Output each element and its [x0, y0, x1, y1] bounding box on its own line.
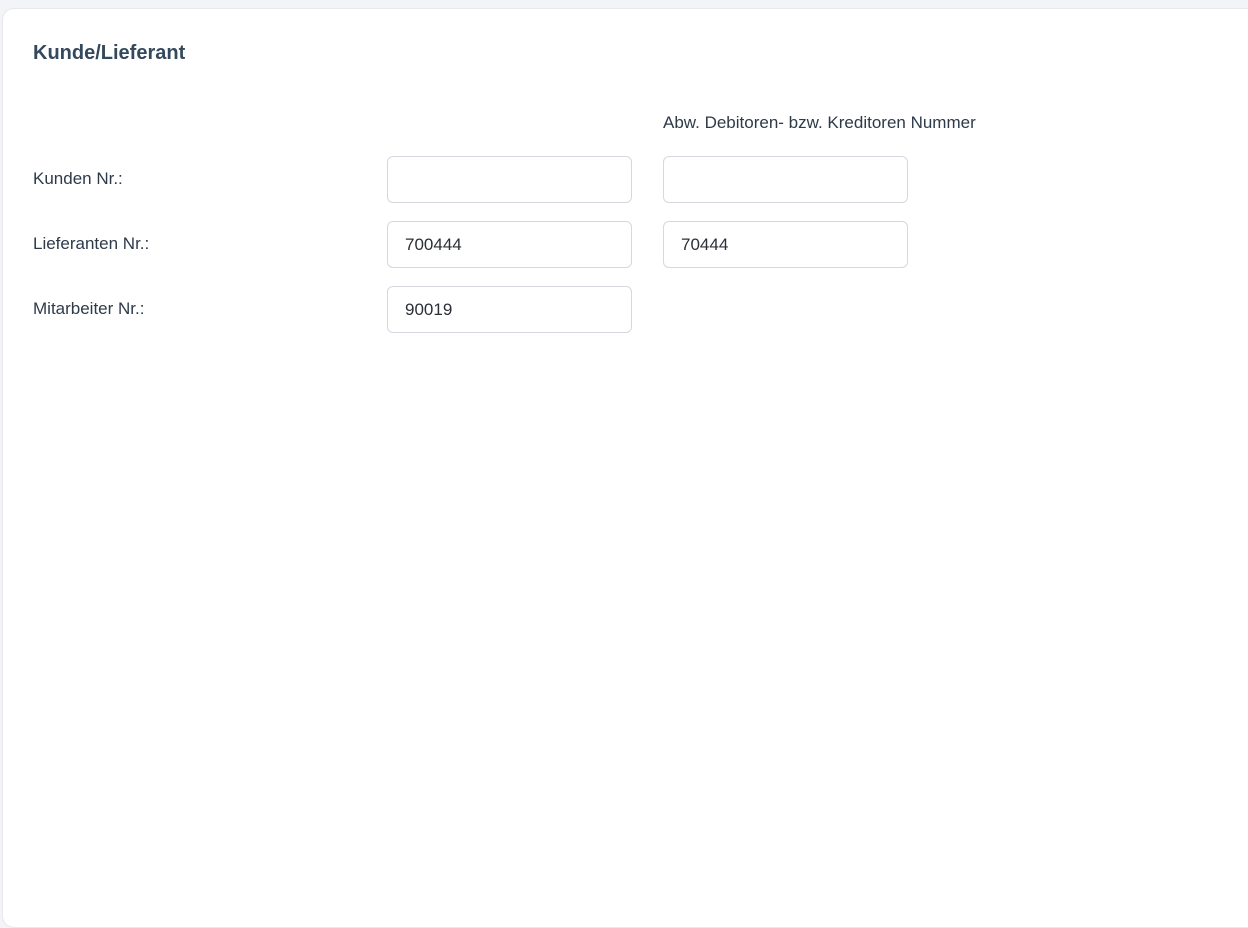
customer-number-input[interactable]: [387, 156, 632, 203]
alt-number-column-header: Abw. Debitoren- bzw. Kreditoren Nummer: [663, 113, 976, 132]
supplier-number-label: Lieferanten Nr.:: [33, 234, 150, 253]
customer-number-label: Kunden Nr.:: [33, 169, 123, 188]
supplier-alt-creditor-number-input[interactable]: [663, 221, 908, 268]
section-title: Kunde/Lieferant: [33, 42, 186, 64]
supplier-number-input[interactable]: [387, 221, 632, 268]
customer-alt-debtor-number-input[interactable]: [663, 156, 908, 203]
kunde-lieferant-card: Kunde/Lieferant Abw. Debitoren- bzw. Kre…: [2, 8, 1248, 928]
employee-number-label: Mitarbeiter Nr.:: [33, 299, 145, 318]
employee-number-input[interactable]: [387, 286, 632, 333]
